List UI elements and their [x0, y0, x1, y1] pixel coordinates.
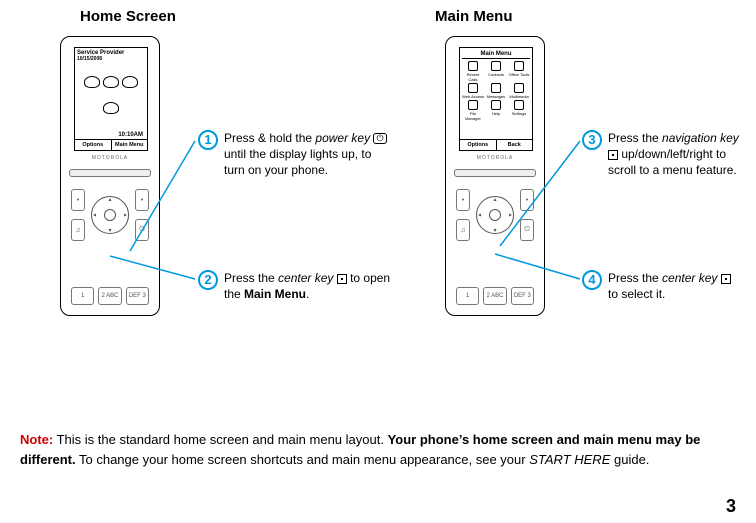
badge-1: 1	[198, 130, 218, 150]
left-softkey-button[interactable]: •	[71, 189, 85, 211]
softkey-back[interactable]: Back	[497, 140, 533, 150]
phone-screen-menu: Main Menu Recent Calls Contacts Office Too…	[459, 47, 533, 151]
badge-3: 3	[582, 130, 602, 150]
center-key-icon	[337, 274, 347, 284]
softkey-options[interactable]: Options	[460, 140, 497, 150]
center-key[interactable]	[489, 209, 501, 221]
phone-home: Service Provider 10/15/2008 10:10AM Opti…	[40, 36, 180, 316]
menu-item-icon	[514, 83, 524, 93]
menu-item-icon	[468, 61, 478, 71]
menu-title: Main Menu	[462, 50, 530, 59]
menu-item[interactable]: Contacts	[485, 61, 507, 82]
callout-3: 3 Press the navigation key up/down/left/…	[608, 130, 748, 179]
menu-grid: Recent Calls Contacts Office Tools Web Acce…	[462, 59, 530, 121]
badge-4: 4	[582, 270, 602, 290]
right-softkey-button[interactable]: •	[520, 189, 534, 211]
power-key-icon: ⏻	[373, 133, 386, 144]
phone-body: Service Provider 10/15/2008 10:10AM Opti…	[60, 36, 160, 316]
badge-2: 2	[198, 270, 218, 290]
heading-home-screen: Home Screen	[80, 8, 176, 25]
menu-item-icon	[491, 100, 501, 110]
callout-1: 1 Press & hold the power key ⏻ until the…	[224, 130, 394, 179]
note-label: Note:	[20, 432, 53, 447]
navigation-key-icon	[608, 150, 618, 160]
menu-item[interactable]: Office Tools	[508, 61, 530, 82]
menu-item[interactable]: Multimedia	[508, 83, 530, 99]
center-key[interactable]	[104, 209, 116, 221]
right-softkey-button[interactable]: •	[135, 189, 149, 211]
menu-item[interactable]: Help	[485, 100, 507, 121]
menu-item[interactable]: Settings	[508, 100, 530, 121]
home-shortcut-icons	[75, 70, 147, 120]
menu-item-icon	[514, 61, 524, 71]
menu-item-label: Settings	[512, 111, 526, 116]
key-1[interactable]: 1	[71, 287, 94, 305]
menu-item-label: Recent Calls	[462, 72, 484, 82]
key-3[interactable]: DEF 3	[511, 287, 534, 305]
page-number: 3	[726, 496, 736, 517]
menu-item-icon	[514, 100, 524, 110]
menu-item-icon	[491, 83, 501, 93]
key-2[interactable]: 2 ABC	[483, 287, 506, 305]
softkey-options[interactable]: Options	[75, 140, 112, 150]
menu-item-label: Web Access	[462, 94, 484, 99]
keypad: • • ♫ ⏻ ▴ ▾ ◂ ▸ 1 2 ABC DEF 3	[456, 185, 534, 307]
menu-item[interactable]: Messages	[485, 83, 507, 99]
menu-item-label: Contacts	[488, 72, 504, 77]
menu-item-label: Multimedia	[509, 94, 528, 99]
music-key[interactable]: ♫	[456, 219, 470, 241]
brand-label: MOTOROLA	[61, 155, 159, 161]
key-1[interactable]: 1	[456, 287, 479, 305]
menu-item[interactable]: Recent Calls	[462, 61, 484, 82]
menu-item-label: Office Tools	[509, 72, 530, 77]
menu-item-icon	[491, 61, 501, 71]
phone-hinge	[69, 169, 151, 177]
left-softkey-button[interactable]: •	[456, 189, 470, 211]
home-time: 10:10AM	[118, 132, 143, 138]
music-key[interactable]: ♫	[71, 219, 85, 241]
power-key[interactable]: ⏻	[135, 219, 149, 241]
menu-item-icon	[468, 83, 478, 93]
menu-item[interactable]: Web Access	[462, 83, 484, 99]
center-key-icon	[721, 274, 731, 284]
phone-hinge	[454, 169, 536, 177]
heading-main-menu: Main Menu	[435, 8, 513, 25]
menu-item-label: Messages	[487, 94, 505, 99]
menu-item-label: Help	[492, 111, 500, 116]
menu-item[interactable]: File Manager	[462, 100, 484, 121]
menu-item-icon	[468, 100, 478, 110]
menu-item-label: File Manager	[462, 111, 484, 121]
key-2[interactable]: 2 ABC	[98, 287, 121, 305]
brand-label: MOTOROLA	[446, 155, 544, 161]
phone-body: Main Menu Recent Calls Contacts Office Too…	[445, 36, 545, 316]
phone-main-menu: Main Menu Recent Calls Contacts Office Too…	[425, 36, 565, 316]
callout-4: 4 Press the center key to select it.	[608, 270, 738, 302]
power-key[interactable]: ⏻	[520, 219, 534, 241]
phone-screen-home: Service Provider 10/15/2008 10:10AM Opti…	[74, 47, 148, 151]
softkey-main-menu[interactable]: Main Menu	[112, 140, 148, 150]
note-paragraph: Note: This is the standard home screen a…	[20, 430, 736, 469]
key-3[interactable]: DEF 3	[126, 287, 149, 305]
keypad: • • ♫ ⏻ ▴ ▾ ◂ ▸ 1 2 ABC DEF 3	[71, 185, 149, 307]
home-date: 10/15/2008	[77, 56, 145, 62]
callout-2: 2 Press the center key to open the Main …	[224, 270, 394, 302]
